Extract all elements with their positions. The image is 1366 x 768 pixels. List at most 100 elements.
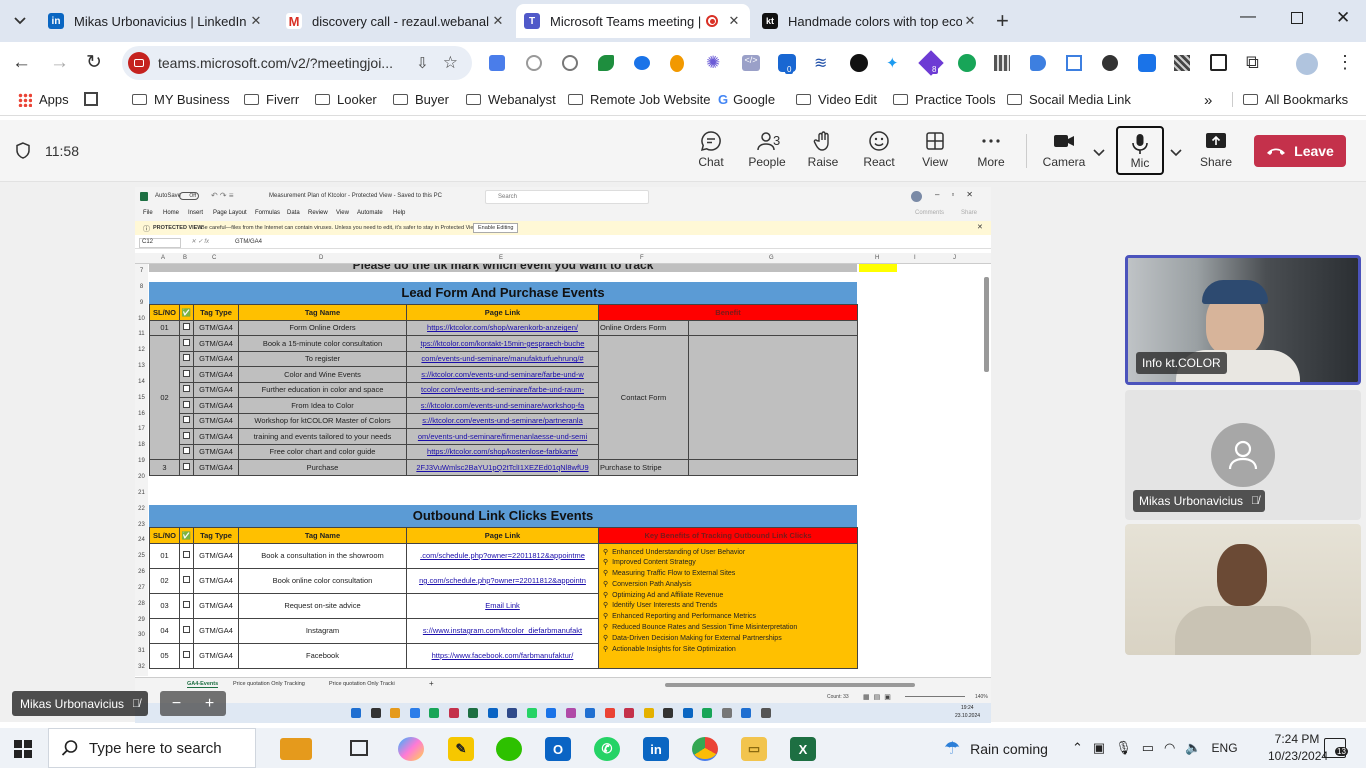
tab-search-button[interactable] (8, 9, 32, 33)
col-letter[interactable]: F (640, 255, 644, 261)
bookmarks-overflow-button[interactable]: » (1204, 92, 1212, 109)
zoom-in-button[interactable]: + (205, 695, 214, 713)
row-number[interactable]: 18 (135, 438, 148, 454)
tracking-checkbox[interactable] (183, 651, 190, 658)
menu-automate[interactable]: Automate (357, 210, 383, 216)
ball-extension-icon[interactable] (670, 55, 684, 72)
view-mode-icons[interactable]: ▦▤▣ (863, 693, 895, 701)
bookmark-all-bookmarks[interactable]: All Bookmarks (1232, 92, 1348, 107)
menu-file[interactable]: File (143, 210, 153, 216)
row-number[interactable]: 16 (135, 407, 148, 423)
row-number[interactable]: 26 (135, 565, 148, 581)
bookmark-apps[interactable]: Apps (18, 92, 69, 107)
tracking-checkbox[interactable] (183, 447, 190, 455)
row-number[interactable]: 8 (135, 280, 148, 296)
row-number[interactable]: 17 (135, 422, 148, 438)
col-letter[interactable]: I (914, 255, 916, 261)
tab-close-icon[interactable]: ✕ (490, 13, 506, 29)
taskbar-clock[interactable]: 7:24 PM 10/23/2024 (1268, 731, 1328, 765)
windows-start-button[interactable] (14, 740, 32, 758)
task-view-icon[interactable] (350, 740, 368, 756)
leaf-extension-icon[interactable] (598, 55, 614, 71)
language-indicator[interactable]: ENG (1212, 741, 1238, 755)
layers-extension-icon[interactable]: ≋ (814, 53, 827, 73)
bookmark-video-edit[interactable]: Video Edit (796, 92, 877, 107)
tracking-checkbox[interactable] (183, 431, 190, 439)
code-extension-icon[interactable]: </> (742, 55, 760, 71)
bookmark-grid[interactable] (84, 92, 98, 106)
notification-center-button[interactable]: 13 (1324, 738, 1348, 758)
outlook-icon[interactable]: O (545, 737, 571, 761)
install-app-icon[interactable]: ⇩ (416, 54, 429, 72)
enable-editing-button[interactable]: Enable Editing (473, 223, 519, 233)
tracking-checkbox[interactable] (183, 338, 190, 346)
col-letter[interactable]: J (953, 255, 956, 261)
bookmark-looker[interactable]: Looker (315, 92, 377, 107)
chevron-up-icon[interactable]: ⌃ (1072, 740, 1083, 756)
shared-taskbar-app-icon[interactable] (390, 708, 400, 718)
page-link-cell[interactable]: https://www.facebook.com/farbmanufaktur/ (406, 642, 599, 669)
bookmark-social-media[interactable]: Socail Media Link (1007, 92, 1131, 107)
view-button[interactable]: View (910, 130, 960, 169)
menu-review[interactable]: Review (308, 210, 328, 216)
excel-profile-avatar-icon[interactable] (911, 191, 922, 202)
shared-taskbar-app-icon[interactable] (721, 708, 732, 718)
tracking-checkbox[interactable] (183, 354, 190, 362)
checkbox-cell[interactable] (179, 381, 194, 398)
checkbox-cell[interactable] (179, 412, 194, 429)
dark-extension-icon[interactable] (1102, 55, 1118, 71)
compass-extension-icon[interactable] (562, 55, 578, 71)
copilot-icon[interactable] (398, 737, 424, 761)
share-button[interactable]: Share (1191, 130, 1241, 169)
sheet-tab-price-quotation-2[interactable]: Price quotation Only Tracki (329, 681, 395, 687)
row-number[interactable]: 24 (135, 533, 148, 549)
linkedin-app-icon[interactable]: in (643, 737, 669, 761)
row-number[interactable]: 23 (135, 518, 148, 534)
profile-avatar-icon[interactable] (1296, 53, 1318, 75)
qr-extension-icon[interactable] (1174, 55, 1190, 71)
globe-extension-icon[interactable] (526, 55, 542, 71)
leave-button[interactable]: Leave (1254, 135, 1346, 167)
bookmark-remote-job[interactable]: Remote Job Website (568, 92, 710, 107)
tracking-checkbox[interactable] (183, 626, 190, 633)
microphone-tray-icon[interactable]: 🎙 (1115, 740, 1132, 756)
puzzle-icon[interactable]: ⧉ (1246, 52, 1259, 73)
shared-taskbar-app-icon[interactable] (448, 708, 459, 718)
menu-page-layout[interactable]: Page Layout (213, 210, 247, 216)
checkbox-cell[interactable] (179, 443, 194, 460)
tag-extension-icon[interactable] (1030, 55, 1046, 71)
mic-options-chevron-icon[interactable] (1170, 144, 1182, 162)
col-letter[interactable]: B (183, 255, 187, 261)
row-number[interactable]: 12 (135, 343, 148, 359)
taskbar-search-box[interactable]: Type here to search (48, 728, 256, 768)
col-letter[interactable]: E (499, 255, 503, 261)
formula-input[interactable]: GTM/GA4 (235, 239, 262, 245)
checkbox-cell[interactable] (179, 592, 194, 619)
page-link-cell[interactable]: s://ktcolor.com/events-und-seminare/farb… (406, 366, 599, 383)
page-link-cell[interactable]: 2FJ3VuWmlsc2BaYU1pQ2tTclI1XEZEd01qNl8wfU… (406, 459, 599, 476)
shared-taskbar-app-icon[interactable] (526, 708, 537, 718)
shared-taskbar-app-icon[interactable] (624, 708, 634, 718)
address-bar[interactable]: teams.microsoft.com/v2/?meetingjoi... ⇩ … (122, 46, 472, 80)
page-link-cell[interactable]: tps://ktcolor.com/kontakt-15min-gespraec… (406, 335, 599, 352)
menu-data[interactable]: Data (287, 210, 300, 216)
participant-tile-mikas[interactable]: Mikas Urbonavicius 🎙̸ (1125, 390, 1361, 520)
reload-button[interactable]: ↻ (86, 51, 102, 74)
page-link-cell[interactable]: .com/schedule.php?owner=22011812&appoint… (406, 542, 599, 569)
col-letter[interactable]: C (212, 255, 216, 261)
whatsapp-icon[interactable]: ✆ (594, 737, 620, 761)
excel-window-controls[interactable]: –▫✕ (935, 190, 985, 199)
row-number[interactable]: 15 (135, 391, 148, 407)
row-number[interactable]: 25 (135, 549, 148, 565)
bookmark-practice-tools[interactable]: Practice Tools (893, 92, 996, 107)
shared-taskbar-app-icon[interactable] (468, 708, 478, 718)
checkbox-cell[interactable] (179, 642, 194, 669)
shared-taskbar-app-icon[interactable] (429, 708, 439, 718)
menu-help[interactable]: Help (393, 210, 405, 216)
sheet-tab-ga4-events[interactable]: GA4-Events (187, 681, 219, 688)
bookmark-fiverr[interactable]: Fiverr (244, 92, 299, 107)
camera-button[interactable]: Camera (1039, 130, 1089, 169)
volume-icon[interactable]: 🔈 (1185, 740, 1201, 756)
file-explorer-icon[interactable]: ▭ (741, 737, 767, 761)
undo-icon[interactable]: ↶ ↷ ≡ (211, 191, 234, 200)
